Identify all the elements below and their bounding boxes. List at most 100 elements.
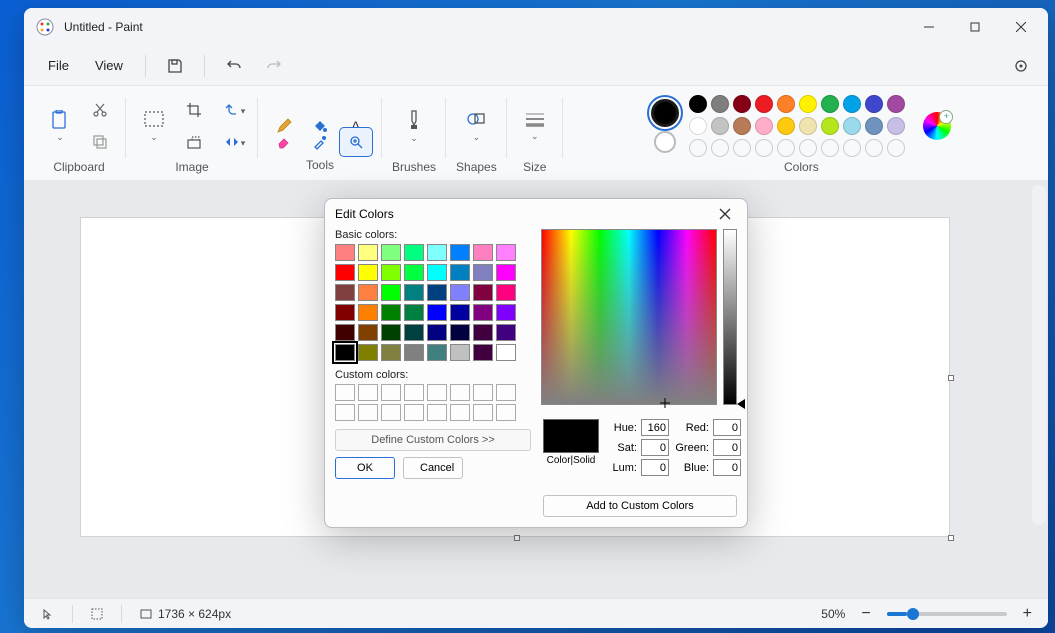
basic-color-swatch[interactable] xyxy=(473,344,493,361)
palette-swatch[interactable] xyxy=(887,95,905,113)
basic-color-swatch[interactable] xyxy=(381,264,401,281)
palette-swatch[interactable] xyxy=(777,117,795,135)
palette-swatch[interactable] xyxy=(843,117,861,135)
redo-button[interactable] xyxy=(257,49,291,83)
basic-color-swatch[interactable] xyxy=(450,264,470,281)
basic-color-swatch[interactable] xyxy=(335,304,355,321)
size-button[interactable]: ⌄ xyxy=(517,97,553,155)
custom-color-swatch[interactable] xyxy=(335,404,355,421)
close-button[interactable] xyxy=(998,11,1044,43)
basic-color-swatch[interactable] xyxy=(450,284,470,301)
palette-swatch-empty[interactable] xyxy=(865,139,883,157)
lum-input[interactable] xyxy=(641,459,669,476)
cut-button[interactable] xyxy=(84,96,116,124)
palette-swatch[interactable] xyxy=(755,95,773,113)
copy-button[interactable] xyxy=(84,128,116,156)
basic-color-swatch[interactable] xyxy=(404,324,424,341)
palette-swatch-empty[interactable] xyxy=(887,139,905,157)
color-gradient[interactable] xyxy=(541,229,717,405)
custom-color-swatch[interactable] xyxy=(427,384,447,401)
basic-color-swatch[interactable] xyxy=(427,284,447,301)
custom-color-swatch[interactable] xyxy=(381,404,401,421)
palette-swatch[interactable] xyxy=(799,95,817,113)
zoom-out-button[interactable]: − xyxy=(855,605,876,623)
palette-swatch[interactable] xyxy=(887,117,905,135)
palette-swatch[interactable] xyxy=(777,95,795,113)
custom-color-swatch[interactable] xyxy=(473,384,493,401)
zoom-in-button[interactable]: + xyxy=(1017,605,1038,623)
basic-color-swatch[interactable] xyxy=(496,264,516,281)
paste-button[interactable]: ⌄ xyxy=(42,97,78,155)
palette-swatch-empty[interactable] xyxy=(777,139,795,157)
palette-swatch-empty[interactable] xyxy=(755,139,773,157)
basic-color-swatch[interactable] xyxy=(473,284,493,301)
palette-swatch[interactable] xyxy=(799,117,817,135)
minimize-button[interactable] xyxy=(906,11,952,43)
basic-color-swatch[interactable] xyxy=(496,324,516,341)
palette-swatch-empty[interactable] xyxy=(689,139,707,157)
settings-button[interactable] xyxy=(1004,49,1038,83)
palette-swatch[interactable] xyxy=(821,95,839,113)
basic-color-swatch[interactable] xyxy=(381,244,401,261)
custom-color-swatch[interactable] xyxy=(381,384,401,401)
palette-swatch[interactable] xyxy=(821,117,839,135)
basic-color-swatch[interactable] xyxy=(473,244,493,261)
palette-swatch[interactable] xyxy=(733,117,751,135)
palette-swatch-empty[interactable] xyxy=(821,139,839,157)
palette-swatch-empty[interactable] xyxy=(799,139,817,157)
custom-color-swatch[interactable] xyxy=(450,404,470,421)
hue-input[interactable] xyxy=(641,419,669,436)
palette-swatch[interactable] xyxy=(755,117,773,135)
crop-button[interactable] xyxy=(178,96,210,124)
custom-color-swatch[interactable] xyxy=(473,404,493,421)
basic-color-swatch[interactable] xyxy=(358,284,378,301)
basic-color-swatch[interactable] xyxy=(473,304,493,321)
custom-color-swatch[interactable] xyxy=(427,404,447,421)
basic-color-swatch[interactable] xyxy=(358,264,378,281)
menu-file[interactable]: File xyxy=(38,52,79,79)
vertical-scrollbar[interactable] xyxy=(1032,185,1046,525)
basic-color-swatch[interactable] xyxy=(381,284,401,301)
basic-color-swatch[interactable] xyxy=(496,244,516,261)
basic-color-swatch[interactable] xyxy=(358,324,378,341)
basic-color-swatch[interactable] xyxy=(381,344,401,361)
basic-color-swatch[interactable] xyxy=(450,244,470,261)
palette-swatch[interactable] xyxy=(689,117,707,135)
custom-color-swatch[interactable] xyxy=(450,384,470,401)
basic-color-swatch[interactable] xyxy=(427,304,447,321)
basic-color-swatch[interactable] xyxy=(404,264,424,281)
basic-color-swatch[interactable] xyxy=(450,304,470,321)
basic-color-swatch[interactable] xyxy=(335,284,355,301)
basic-color-swatch[interactable] xyxy=(473,324,493,341)
palette-swatch-empty[interactable] xyxy=(711,139,729,157)
basic-color-swatch[interactable] xyxy=(381,324,401,341)
canvas-handle-right[interactable] xyxy=(948,375,954,381)
resize-button[interactable] xyxy=(178,128,210,156)
basic-color-swatch[interactable] xyxy=(404,344,424,361)
dialog-close-button[interactable] xyxy=(713,202,737,226)
custom-color-swatch[interactable] xyxy=(404,404,424,421)
basic-color-swatch[interactable] xyxy=(427,244,447,261)
magnifier-tool[interactable] xyxy=(340,128,372,156)
add-to-custom-button[interactable]: Add to Custom Colors xyxy=(543,495,737,517)
basic-color-swatch[interactable] xyxy=(404,244,424,261)
basic-color-swatch[interactable] xyxy=(335,324,355,341)
shapes-button[interactable]: ⌄ xyxy=(458,97,494,155)
basic-color-swatch[interactable] xyxy=(473,264,493,281)
palette-swatch[interactable] xyxy=(865,117,883,135)
picker-tool[interactable] xyxy=(304,128,336,156)
color-1[interactable] xyxy=(651,99,679,127)
custom-color-swatch[interactable] xyxy=(404,384,424,401)
basic-color-swatch[interactable] xyxy=(335,244,355,261)
custom-color-swatch[interactable] xyxy=(496,384,516,401)
edit-colors-button[interactable] xyxy=(923,112,951,140)
basic-color-swatch[interactable] xyxy=(358,304,378,321)
ok-button[interactable]: OK xyxy=(335,457,395,479)
define-custom-colors-button[interactable]: Define Custom Colors >> xyxy=(335,429,531,451)
palette-swatch[interactable] xyxy=(711,95,729,113)
palette-swatch[interactable] xyxy=(865,95,883,113)
custom-color-swatch[interactable] xyxy=(358,404,378,421)
custom-color-swatch[interactable] xyxy=(358,384,378,401)
basic-color-swatch[interactable] xyxy=(450,344,470,361)
save-button[interactable] xyxy=(158,49,192,83)
